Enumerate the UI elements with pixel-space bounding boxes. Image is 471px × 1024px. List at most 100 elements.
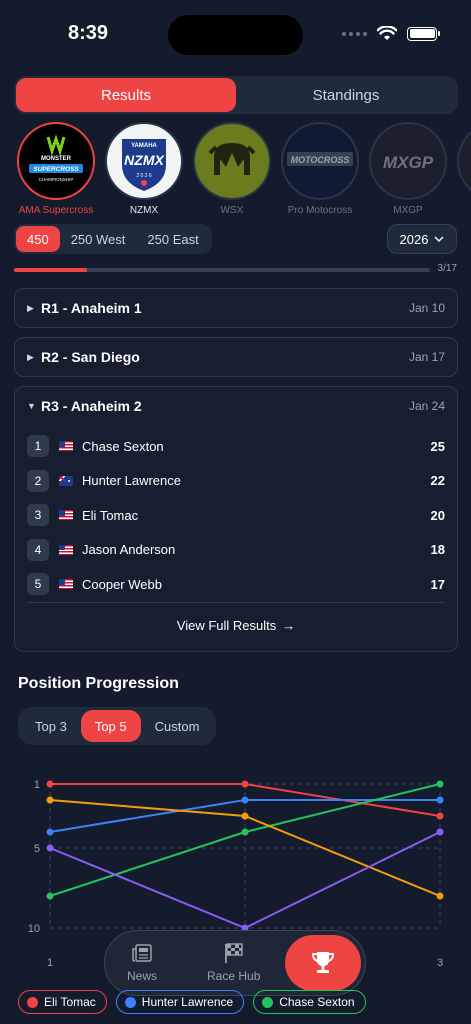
expand-arrow-icon: ▶ [27, 351, 34, 362]
result-row[interactable]: 3 Eli Tomac 20 [15, 498, 457, 533]
season-progress-fill [14, 268, 88, 272]
y-tick-label: 5 [34, 843, 40, 855]
series-ama-supercross[interactable]: MONSTER SUPERCROSS CHAMPIONSHIP AMA Supe… [14, 122, 98, 216]
result-row[interactable]: 5 Cooper Webb 17 [15, 567, 457, 602]
data-point [46, 892, 54, 900]
rider-name: Cooper Webb [82, 576, 162, 592]
round-header[interactable]: ▶ R2 - San Diego Jan 17 [15, 338, 457, 376]
legend-label: Chase Sexton [279, 995, 355, 1009]
legend-dot [124, 996, 136, 1008]
data-point [46, 796, 54, 804]
round-date: Jan 10 [408, 301, 445, 315]
pro-motocross-logo: MOTOCROSS [281, 122, 359, 200]
view-full-results-label: View Full Results [176, 617, 277, 633]
class-250-east[interactable]: 250 East [136, 226, 209, 252]
mode-custom[interactable]: Custom [141, 710, 214, 742]
nav-results[interactable] [285, 935, 361, 991]
data-point [241, 812, 249, 820]
position-badge: 5 [27, 573, 49, 596]
mode-top-5[interactable]: Top 5 [80, 710, 141, 742]
series-wsx[interactable]: WSX [190, 122, 274, 216]
rider-name: Jason Anderson [82, 542, 176, 558]
data-point [436, 828, 444, 836]
class-250-west[interactable]: 250 West [60, 226, 137, 252]
y-tick-label: 10 [28, 923, 40, 935]
view-full-results-button[interactable]: View Full Results → [27, 601, 445, 648]
us-flag-icon [59, 510, 73, 521]
newspaper-icon [127, 941, 157, 965]
svg-text:2 0 2 6: 2 0 2 6 [136, 173, 152, 179]
round-date: Jan 24 [408, 399, 445, 413]
data-point [46, 780, 54, 788]
expand-arrow-icon: ▶ [27, 302, 34, 313]
round-card[interactable]: ▶ R2 - San Diego Jan 17 [14, 337, 458, 377]
au-flag-icon [59, 475, 73, 486]
chevron-down-icon [434, 236, 444, 242]
result-row[interactable]: 4 Jason Anderson 18 [15, 533, 457, 568]
series-mxgp[interactable]: MXGP MXGP [366, 122, 450, 216]
result-row[interactable]: 2 Hunter Lawrence 22 [15, 464, 457, 499]
rider-points: 18 [430, 542, 445, 558]
ama-supercross-logo: MONSTER SUPERCROSS CHAMPIONSHIP [17, 122, 95, 200]
legend-label: Eli Tomac [44, 995, 96, 1009]
signal-icon [342, 31, 367, 36]
svg-text:CHAMPIONSHIP: CHAMPIONSHIP [39, 177, 74, 182]
status-time: 8:39 [68, 22, 109, 44]
position-badge: 4 [27, 538, 49, 561]
data-point [46, 844, 54, 852]
battery-icon [407, 26, 440, 41]
legend-item-hunter-lawrence[interactable]: Hunter Lawrence [115, 990, 245, 1014]
svg-text:NZMX: NZMX [124, 152, 165, 168]
svg-text:MOTOCROSS: MOTOCROSS [291, 155, 350, 165]
tab-standings[interactable]: Standings [236, 78, 456, 112]
position-badge: 3 [27, 504, 49, 527]
series-pro-motocross[interactable]: MOTOCROSS Pro Motocross [278, 122, 362, 216]
mode-top-3[interactable]: Top 3 [21, 710, 81, 742]
wifi-icon [377, 26, 397, 40]
view-switcher: Results Standings [14, 76, 458, 114]
tab-results[interactable]: Results [16, 78, 236, 112]
round-header[interactable]: ▼ R3 - Anaheim 2 Jan 24 [15, 387, 457, 425]
series-nzmx[interactable]: YAMAHA NZMX 2 0 2 6 NZMX [102, 122, 186, 216]
series-selector: MONSTER SUPERCROSS CHAMPIONSHIP AMA Supe… [0, 122, 471, 222]
legend-dot [27, 996, 38, 1008]
data-point [46, 828, 54, 836]
season-progress-text: 3/17 [437, 263, 457, 274]
series-more[interactable] [454, 122, 471, 200]
class-450[interactable]: 450 [16, 226, 60, 252]
round-title: R2 - San Diego [41, 349, 140, 365]
wsx-logo [193, 122, 271, 200]
series-label: WSX [220, 205, 244, 216]
svg-text:MXGP: MXGP [383, 153, 434, 172]
us-flag-icon [59, 544, 73, 555]
progression-mode-selector: Top 3 Top 5 Custom [18, 707, 217, 745]
us-flag-icon [59, 579, 73, 590]
legend-item-chase-sexton[interactable]: Chase Sexton [253, 990, 366, 1014]
year-value: 2026 [399, 231, 429, 247]
result-row[interactable]: 1 Chase Sexton 25 [15, 429, 457, 464]
round-header[interactable]: ▶ R1 - Anaheim 1 Jan 10 [15, 289, 457, 327]
section-title: Position Progression [18, 675, 179, 692]
year-dropdown[interactable]: 2026 [387, 224, 457, 254]
rider-name: Eli Tomac [82, 507, 139, 523]
data-point [436, 892, 444, 900]
trophy-icon [311, 952, 335, 973]
data-point [241, 828, 249, 836]
legend-item-eli-tomac[interactable]: Eli Tomac [18, 990, 107, 1014]
x-tick-label: 3 [437, 957, 443, 969]
svg-text:SUPERCROSS: SUPERCROSS [33, 166, 79, 173]
class-selector: 450 250 West 250 East [14, 224, 212, 254]
arrow-right-icon: → [282, 617, 296, 633]
y-tick-label: 1 [34, 779, 40, 791]
round-card[interactable]: ▶ R1 - Anaheim 1 Jan 10 [14, 288, 458, 328]
position-badge: 2 [27, 469, 49, 492]
nav-race-hub[interactable]: Race Hub [207, 941, 260, 983]
mxgp-logo: MXGP [369, 122, 447, 200]
more-series-logo [457, 122, 471, 200]
nav-news[interactable]: News [127, 941, 157, 983]
nav-news-label: News [127, 969, 158, 983]
bottom-tab-bar: News Race Hub [104, 930, 366, 996]
round-title: R3 - Anaheim 2 [41, 398, 142, 414]
legend-dot [262, 996, 274, 1008]
data-point [241, 780, 249, 788]
